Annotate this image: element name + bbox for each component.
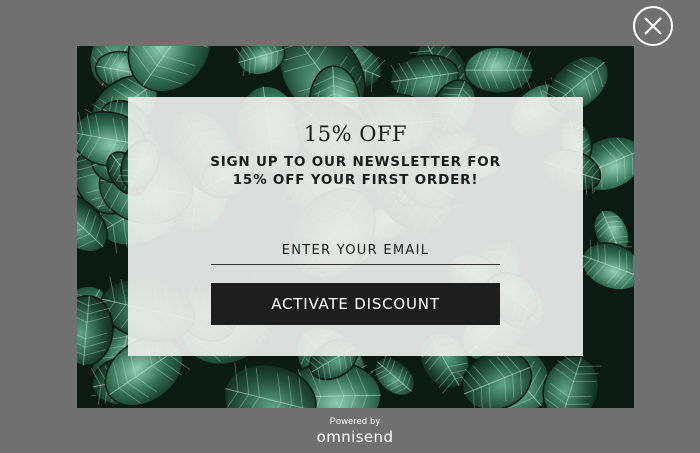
powered-by-label: Powered by [329, 416, 381, 426]
subheading-line-1: Sign up to our newsletter for [210, 154, 501, 170]
subheading-line-2: 15% off your first order! [232, 172, 479, 188]
newsletter-popup: 15% OFF Sign up to our newsletter for 15… [77, 46, 634, 408]
discount-headline: 15% OFF [303, 122, 408, 146]
newsletter-subheading: Sign up to our newsletter for 15% off yo… [128, 153, 583, 189]
signup-panel: 15% OFF Sign up to our newsletter for 15… [128, 97, 583, 356]
leaf-shape [464, 46, 534, 94]
close-button[interactable] [633, 6, 673, 46]
activate-discount-button[interactable]: ACTIVATE DISCOUNT [211, 283, 500, 325]
powered-by-footer: Powered by omnisend [0, 414, 700, 446]
close-icon [644, 17, 662, 35]
email-input[interactable] [211, 237, 500, 265]
omnisend-logo[interactable]: omnisend [0, 428, 700, 446]
